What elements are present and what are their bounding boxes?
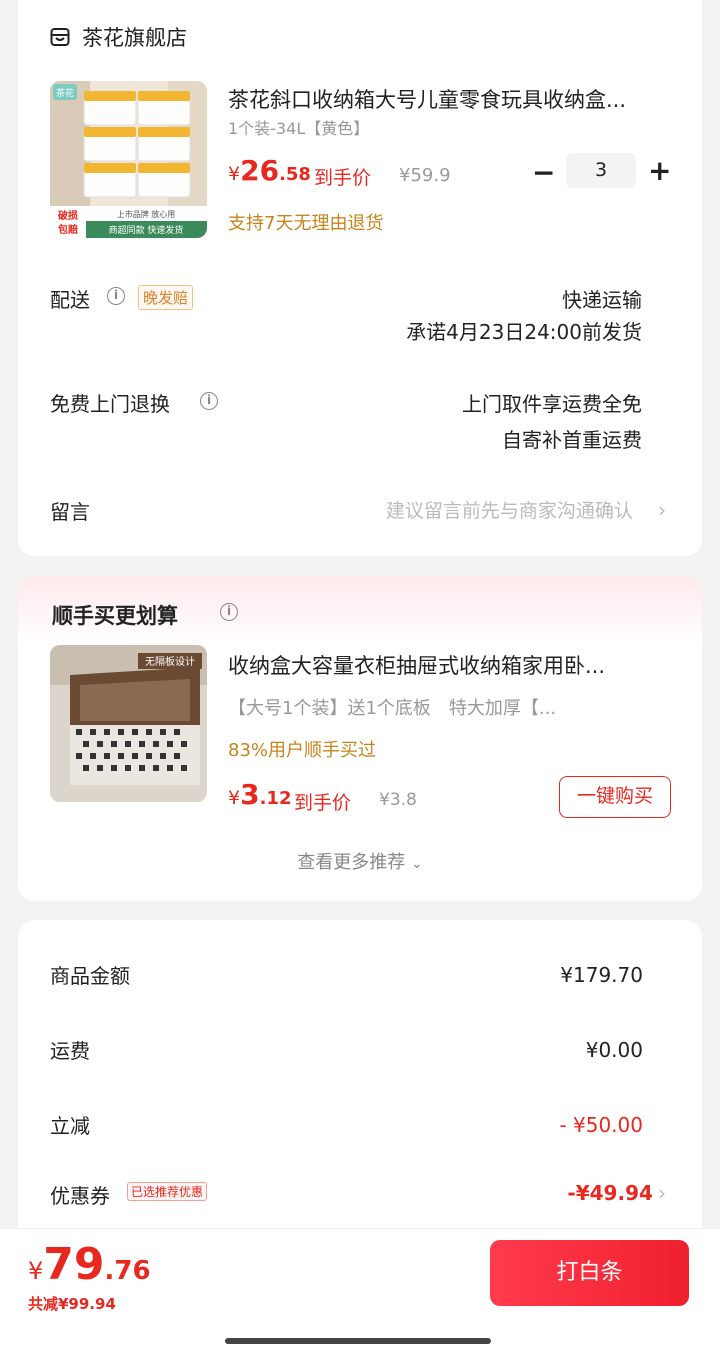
original-price: ¥3.8 <box>379 790 417 810</box>
store-name[interactable]: 茶花旗舰店 <box>82 22 187 52</box>
quantity-decrease-button[interactable]: − <box>532 156 555 189</box>
recommend-price: ¥3.12 <box>228 778 291 811</box>
brand-badge-text: 茶花 <box>56 87 74 99</box>
pay-button[interactable]: 打白条 <box>490 1240 689 1306</box>
price-int: 3 <box>240 778 260 811</box>
fabric-box-illustration: 无隔板设计 <box>50 645 207 802</box>
product-spec[interactable]: 1个装-34L【黄色】 <box>228 115 369 139</box>
delivery-method[interactable]: 快递运输 <box>562 284 642 313</box>
price-dec: .12 <box>259 788 292 809</box>
badge-bottom-text: 商超同款 快速发货 <box>109 224 184 236</box>
return-line2: 自寄补首重运费 <box>502 428 642 452</box>
store-icon <box>50 28 70 46</box>
chevron-right-icon: › <box>658 1181 666 1205</box>
original-price: ¥59.9 <box>399 165 451 186</box>
recommend-product-spec[interactable]: 【大号1个装】送1个底板 特大加厚【... <box>228 694 608 720</box>
storage-box-illustration: 茶花 破损 包赔 上市品牌 放心用 商超同款 快速发货 <box>50 81 207 238</box>
summary-label-coupon: 优惠券 <box>50 1184 110 1208</box>
more-label: 查看更多推荐 <box>297 852 406 873</box>
recommend-card: 顺手买更划算 i 无隔板设计 收纳盒大容量衣柜抽屉式收纳箱家用卧... 【大号1… <box>18 576 702 901</box>
price-tag: 到手价 <box>314 167 372 189</box>
price-int: 26 <box>240 154 280 187</box>
summary-label-discount: 立减 <box>50 1114 90 1138</box>
free-return-label: 免费上门退换 <box>50 392 170 416</box>
total-symbol: ¥ <box>28 1257 44 1285</box>
summary-label-goods: 商品金额 <box>50 964 130 988</box>
message-placeholder: 建议留言前先与商家沟通确认 <box>385 500 633 522</box>
summary-value-goods: ¥179.70 <box>560 963 643 987</box>
summary-value-discount: - ¥50.00 <box>559 1113 643 1137</box>
chevron-down-icon: ⌄ <box>411 856 423 872</box>
total-saved[interactable]: 共减¥99.94 <box>28 1293 116 1314</box>
delivery-promise: 承诺4月23日24:00前发货 <box>406 320 642 344</box>
recommend-product-image[interactable]: 无隔板设计 <box>50 645 207 802</box>
info-icon[interactable]: i <box>107 287 125 305</box>
info-icon[interactable]: i <box>200 392 218 410</box>
svg-text:破损: 破损 <box>58 209 78 222</box>
image-badge-text: 无隔板设计 <box>145 655 195 668</box>
chevron-right-icon: › <box>638 498 666 522</box>
recommend-title: 顺手买更划算 <box>52 604 178 628</box>
svg-text:包赔: 包赔 <box>58 223 78 236</box>
late-compensation-badge: 晚发赔 <box>138 285 194 310</box>
product-price: ¥26.58 <box>228 154 311 187</box>
summary-card: 商品金额 ¥179.70 运费 ¥0.00 立减 - ¥50.00 优惠券 已选… <box>18 920 702 1250</box>
total-int: 79 <box>43 1239 105 1290</box>
summary-value-shipping: ¥0.00 <box>585 1038 643 1062</box>
quantity-increase-button[interactable]: + <box>648 154 671 187</box>
one-click-buy-button[interactable]: 一键购买 <box>559 776 671 818</box>
message-field[interactable]: 建议留言前先与商家沟通确认 › <box>386 494 666 523</box>
delivery-label: 配送 <box>50 288 90 312</box>
coupon-selector[interactable]: -¥49.94 › <box>567 1181 666 1205</box>
product-image[interactable]: 茶花 破损 包赔 上市品牌 放心用 商超同款 快速发货 <box>50 81 207 238</box>
message-label: 留言 <box>50 500 90 524</box>
store-card: 茶花旗舰店 茶花 破损 包赔 上市品牌 放心用 商超同款 快速发货 茶花斜口收纳… <box>18 0 702 556</box>
summary-label-shipping: 运费 <box>50 1039 90 1063</box>
badge-top-text: 上市品牌 放心用 <box>117 209 176 219</box>
summary-value-coupon: -¥49.94 <box>567 1181 653 1205</box>
info-icon[interactable]: i <box>220 603 238 621</box>
return-line1: 上门取件享运费全免 <box>462 392 642 416</box>
quantity-input[interactable]: 3 <box>566 153 636 188</box>
more-recommendations-link[interactable]: 查看更多推荐 ⌄ <box>18 848 702 874</box>
home-indicator[interactable] <box>225 1338 491 1344</box>
price-dec: .58 <box>279 164 311 185</box>
total-dec: .76 <box>104 1256 151 1286</box>
checkout-bar: ¥79.76 共减¥99.94 打白条 <box>0 1228 720 1354</box>
price-tag: 到手价 <box>294 792 352 814</box>
price-symbol: ¥ <box>228 787 241 809</box>
product-title[interactable]: 茶花斜口收纳箱大号儿童零食玩具收纳盒... <box>228 84 668 114</box>
recommend-users-text: 83%用户顺手买过 <box>228 740 377 761</box>
recommend-product-title[interactable]: 收纳盒大容量衣柜抽屉式收纳箱家用卧... <box>228 650 673 680</box>
return-policy: 支持7天无理由退货 <box>228 213 384 234</box>
coupon-recommend-tag: 已选推荐优惠 <box>127 1182 208 1201</box>
price-symbol: ¥ <box>228 163 241 185</box>
total-price: ¥79.76 <box>28 1239 151 1290</box>
